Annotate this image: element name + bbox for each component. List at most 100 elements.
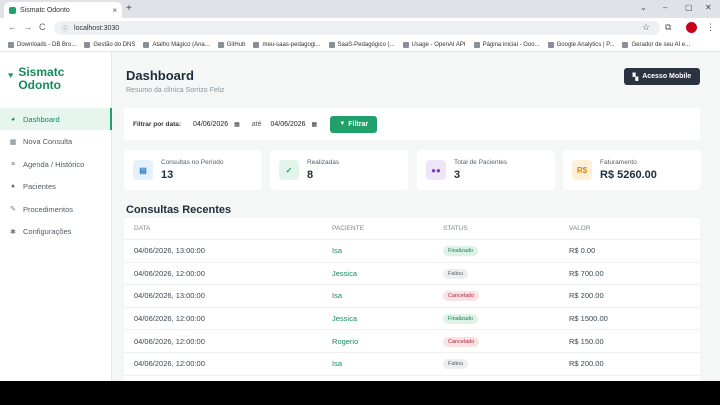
cell-status: Cancelado [443,336,569,347]
bookmark-item[interactable]: SaaS-Pedagógico (... [328,41,395,48]
cell-patient[interactable]: Isa [332,246,443,255]
stat-label: Total de Pacientes [454,159,508,166]
brand-name: Sismatc Odonto [18,65,65,92]
mobile-access-button[interactable]: ▚ Acesso Mobile [624,68,700,85]
gear-icon: ✱ [10,228,16,236]
sidebar-item-dashboard[interactable]: ◕ Dashboard [0,108,112,130]
status-badge: Cancelado [443,291,480,302]
bookmark-item[interactable]: Página inicial - Goo... [473,41,540,48]
cell-patient[interactable]: Jessica [332,269,443,278]
extensions-icon[interactable]: ⧉ [665,22,671,33]
recent-consultations-table: DATA PACIENTE STATUS VALOR 04/06/2026, 1… [124,218,700,381]
cell-value: R$ 200.00 [569,291,604,301]
cell-patient[interactable]: Rogerio [332,337,443,346]
table-row[interactable]: 04/06/2026, 12:00:00 Isa Faltou R$ 200.00 [124,353,700,376]
tooth-icon: ♥ [8,70,14,80]
cell-patient[interactable]: Isa [332,359,443,368]
bookmark-item[interactable]: Downloads - DB Bro... [8,41,76,48]
address-bar[interactable]: ⓘ localhost:3030 [54,21,660,35]
github-icon [217,41,224,48]
close-window-button[interactable]: ✕ [705,3,712,12]
cell-date: 04/06/2026, 12:00:00 [134,336,205,346]
sidebar-nav: ◕ Dashboard ▦ Nova Consulta ≡ Agenda / Histór… [0,108,112,244]
sidebar-item-label: Nova Consulta [23,137,73,147]
stat-label: Consultas no Período [161,159,224,166]
cell-status: Finalizado [443,313,569,325]
calendar-plus-icon: ▦ [9,138,17,146]
table-body: 04/06/2026, 13:00:00 Isa Finalizado R$ 0.00… [124,240,700,376]
cell-date: 04/06/2026, 12:00:00 [134,268,205,278]
cell-date: 04/06/2026, 13:00:00 [134,291,205,301]
browser-tab[interactable]: Sismatc Odonto × [4,2,122,18]
date-separator: até [251,120,262,128]
bookmark-icon [622,41,629,48]
filter-label: Filtrar por data: [133,120,182,128]
cell-status: Faltou [443,358,569,370]
table-row[interactable]: 04/06/2026, 12:00:00 Jessica Faltou R$ 700.… [124,263,700,286]
analytics-icon [547,41,554,48]
minimize-button[interactable]: – [663,3,667,12]
table-row[interactable]: 04/06/2026, 13:00:00 Isa Cancelado R$ 200.0… [124,285,700,308]
sidebar-item-nova[interactable]: ▦ Nova Consulta [0,131,112,153]
date-from-input[interactable]: 04/06/2026 ▦ [193,121,240,128]
users-icon: ●● [426,160,446,180]
cell-value: R$ 1500.00 [569,314,608,324]
table-header: DATA PACIENTE STATUS VALOR [124,218,700,240]
site-info-icon[interactable]: ⓘ [62,24,68,33]
col-header-status: STATUS [443,225,468,232]
stat-value: 8 [307,169,314,181]
calendar-icon[interactable]: ▦ [234,121,240,128]
bookmark-item[interactable]: Google Analytics | P... [547,41,614,48]
recent-title: Consultas Recentes [126,204,232,216]
bookmark-item[interactable]: Usage - OpenAI API [402,41,466,48]
bookmark-item[interactable]: meu-saas-pedagogi... [253,41,321,48]
sidebar-item-procedimentos[interactable]: ✎ Procedimentos [0,198,112,220]
table-row[interactable]: 04/06/2026, 13:00:00 Isa Finalizado R$ 0.00 [124,240,700,263]
bookmark-icon [328,41,335,48]
cell-patient[interactable]: Jessica [332,314,443,323]
reload-button[interactable]: C [39,22,46,32]
check-circle-icon: ✓ [279,160,299,180]
status-badge: Cancelado [443,336,480,347]
cell-date: 04/06/2026, 13:00:00 [134,246,205,256]
bookmark-star-icon[interactable]: ☆ [642,22,650,33]
back-button[interactable]: ← [8,22,17,32]
tab-close-icon[interactable]: × [112,6,117,15]
profile-avatar[interactable] [686,22,697,33]
browser-tabstrip: Sismatc Odonto × + ⌄ – ▢ ✕ [0,0,720,18]
menu-icon[interactable]: ⋮ [706,22,715,33]
tab-search-icon[interactable]: ⌄ [640,3,647,12]
favicon-icon [9,6,16,14]
brand[interactable]: ♥ Sismatc Odonto [8,66,78,92]
cell-status: Finalizado [443,245,569,257]
filter-button[interactable]: ▼ Filtrar [330,115,378,133]
new-tab-button[interactable]: + [126,3,132,14]
bottom-black-bar [0,381,720,405]
sidebar-item-agenda[interactable]: ≡ Agenda / Histórico [0,153,112,175]
cell-value: R$ 0.00 [569,246,596,256]
stat-value: R$ 5260.00 [600,169,657,181]
grid-icon: ▚ [632,73,639,81]
sidebar: ♥ Sismatc Odonto ◕ Dashboard ▦ Nova Consult… [0,52,112,381]
status-badge: Finalizado [443,246,479,257]
sidebar-item-configuraes[interactable]: ✱ Configurações [0,221,112,243]
cell-patient[interactable]: Isa [332,291,443,300]
tab-title: Sismatc Odonto [20,6,70,14]
date-to-input[interactable]: 04/06/2026 ▦ [271,121,318,128]
col-header-patient: PACIENTE [332,225,365,232]
sidebar-item-pacientes[interactable]: ● Pacientes [0,176,112,198]
page-subtitle: Resumo da clínica Sorrizo Feliz [126,87,225,94]
bookmark-item[interactable]: Gestão do DNS [84,41,135,48]
list-icon: ≡ [10,160,16,168]
forward-button[interactable]: → [23,22,32,32]
calendar-icon[interactable]: ▦ [312,121,318,128]
bookmark-item[interactable]: GitHub [217,41,245,48]
syringe-icon: ✎ [10,206,16,214]
bookmark-icon [143,41,150,48]
table-row[interactable]: 04/06/2026, 12:00:00 Rogerio Cancelado R$ 1… [124,330,700,353]
bookmark-item[interactable]: Atalho Mágico (Ana... [143,41,210,48]
bookmark-item[interactable]: Gerador de seu AI e... [622,41,690,48]
date-filter-card: Filtrar por data: 04/06/2026 ▦ até 04/06/… [124,108,700,140]
maximize-button[interactable]: ▢ [685,3,693,12]
table-row[interactable]: 04/06/2026, 12:00:00 Jessica Finalizado R$ … [124,308,700,331]
